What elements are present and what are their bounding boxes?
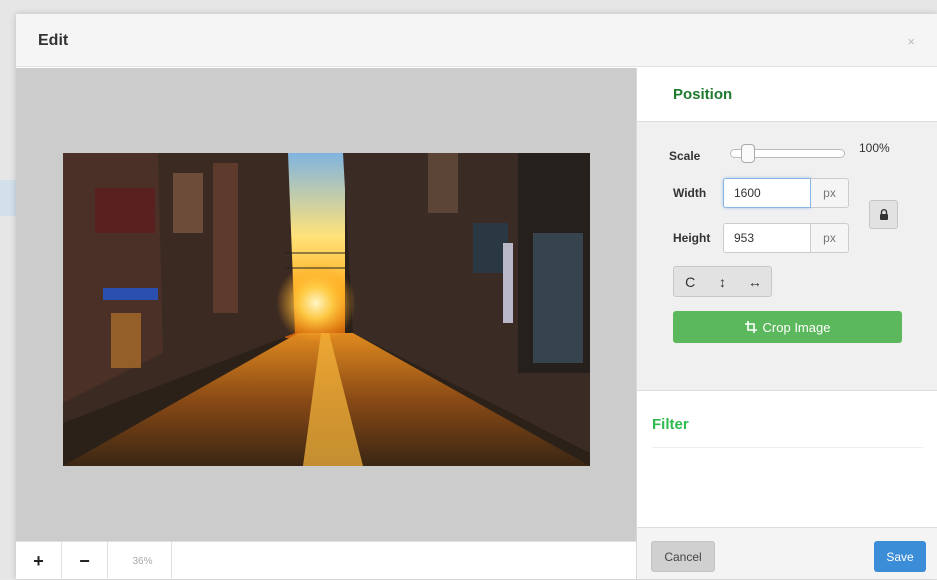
zoom-toolbar: + − 36% <box>16 541 636 580</box>
image-canvas <box>16 68 636 541</box>
flip-horizontal-button[interactable]: ↔ <box>739 267 771 296</box>
transform-button-group: C ↕ ↔ <box>673 266 772 297</box>
scale-label: Scale <box>669 149 701 163</box>
width-field[interactable] <box>723 178 811 208</box>
width-label: Width <box>673 186 707 200</box>
zoom-in-button[interactable]: + <box>16 542 62 580</box>
crop-image-button[interactable]: Crop Image <box>673 311 902 343</box>
close-icon[interactable]: × <box>907 34 915 49</box>
lock-icon <box>879 209 888 220</box>
scale-slider-handle[interactable] <box>741 144 755 163</box>
width-unit: px <box>811 178 849 208</box>
aspect-lock-button[interactable] <box>869 200 898 229</box>
flip-vertical-button[interactable]: ↕ <box>706 267 738 296</box>
zoom-out-button[interactable]: − <box>62 542 108 580</box>
dialog-header: Edit × <box>16 14 937 67</box>
settings-panel: Position Scale 100% Width px Height px C… <box>636 68 937 541</box>
edited-image[interactable] <box>63 153 590 466</box>
height-label: Height <box>673 231 711 245</box>
dialog-footer: Cancel Save <box>636 527 937 579</box>
scale-value: 100% <box>859 141 890 155</box>
filter-title[interactable]: Filter <box>652 416 689 433</box>
crop-image-label: Crop Image <box>762 319 831 335</box>
filter-divider <box>652 447 923 448</box>
save-button[interactable]: Save <box>874 541 926 572</box>
position-section-header[interactable]: Position <box>637 68 937 122</box>
street-photo-svg <box>63 153 590 466</box>
position-title: Position <box>673 86 733 103</box>
dialog-title: Edit <box>38 32 69 49</box>
height-field[interactable] <box>723 223 811 253</box>
cancel-button[interactable]: Cancel <box>651 541 715 572</box>
rotate-icon: C <box>685 273 696 290</box>
rotate-button[interactable]: C <box>674 267 706 296</box>
background-strip <box>0 180 16 216</box>
zoom-level: 36% <box>114 542 172 580</box>
height-unit: px <box>811 223 849 253</box>
flip-horizontal-icon: ↔ <box>747 273 762 290</box>
filter-section: Filter <box>637 390 937 541</box>
crop-icon <box>744 321 757 333</box>
edit-dialog: Edit × + − 36% Position Scale 100% Width… <box>16 14 937 580</box>
flip-vertical-icon: ↕ <box>718 273 726 290</box>
